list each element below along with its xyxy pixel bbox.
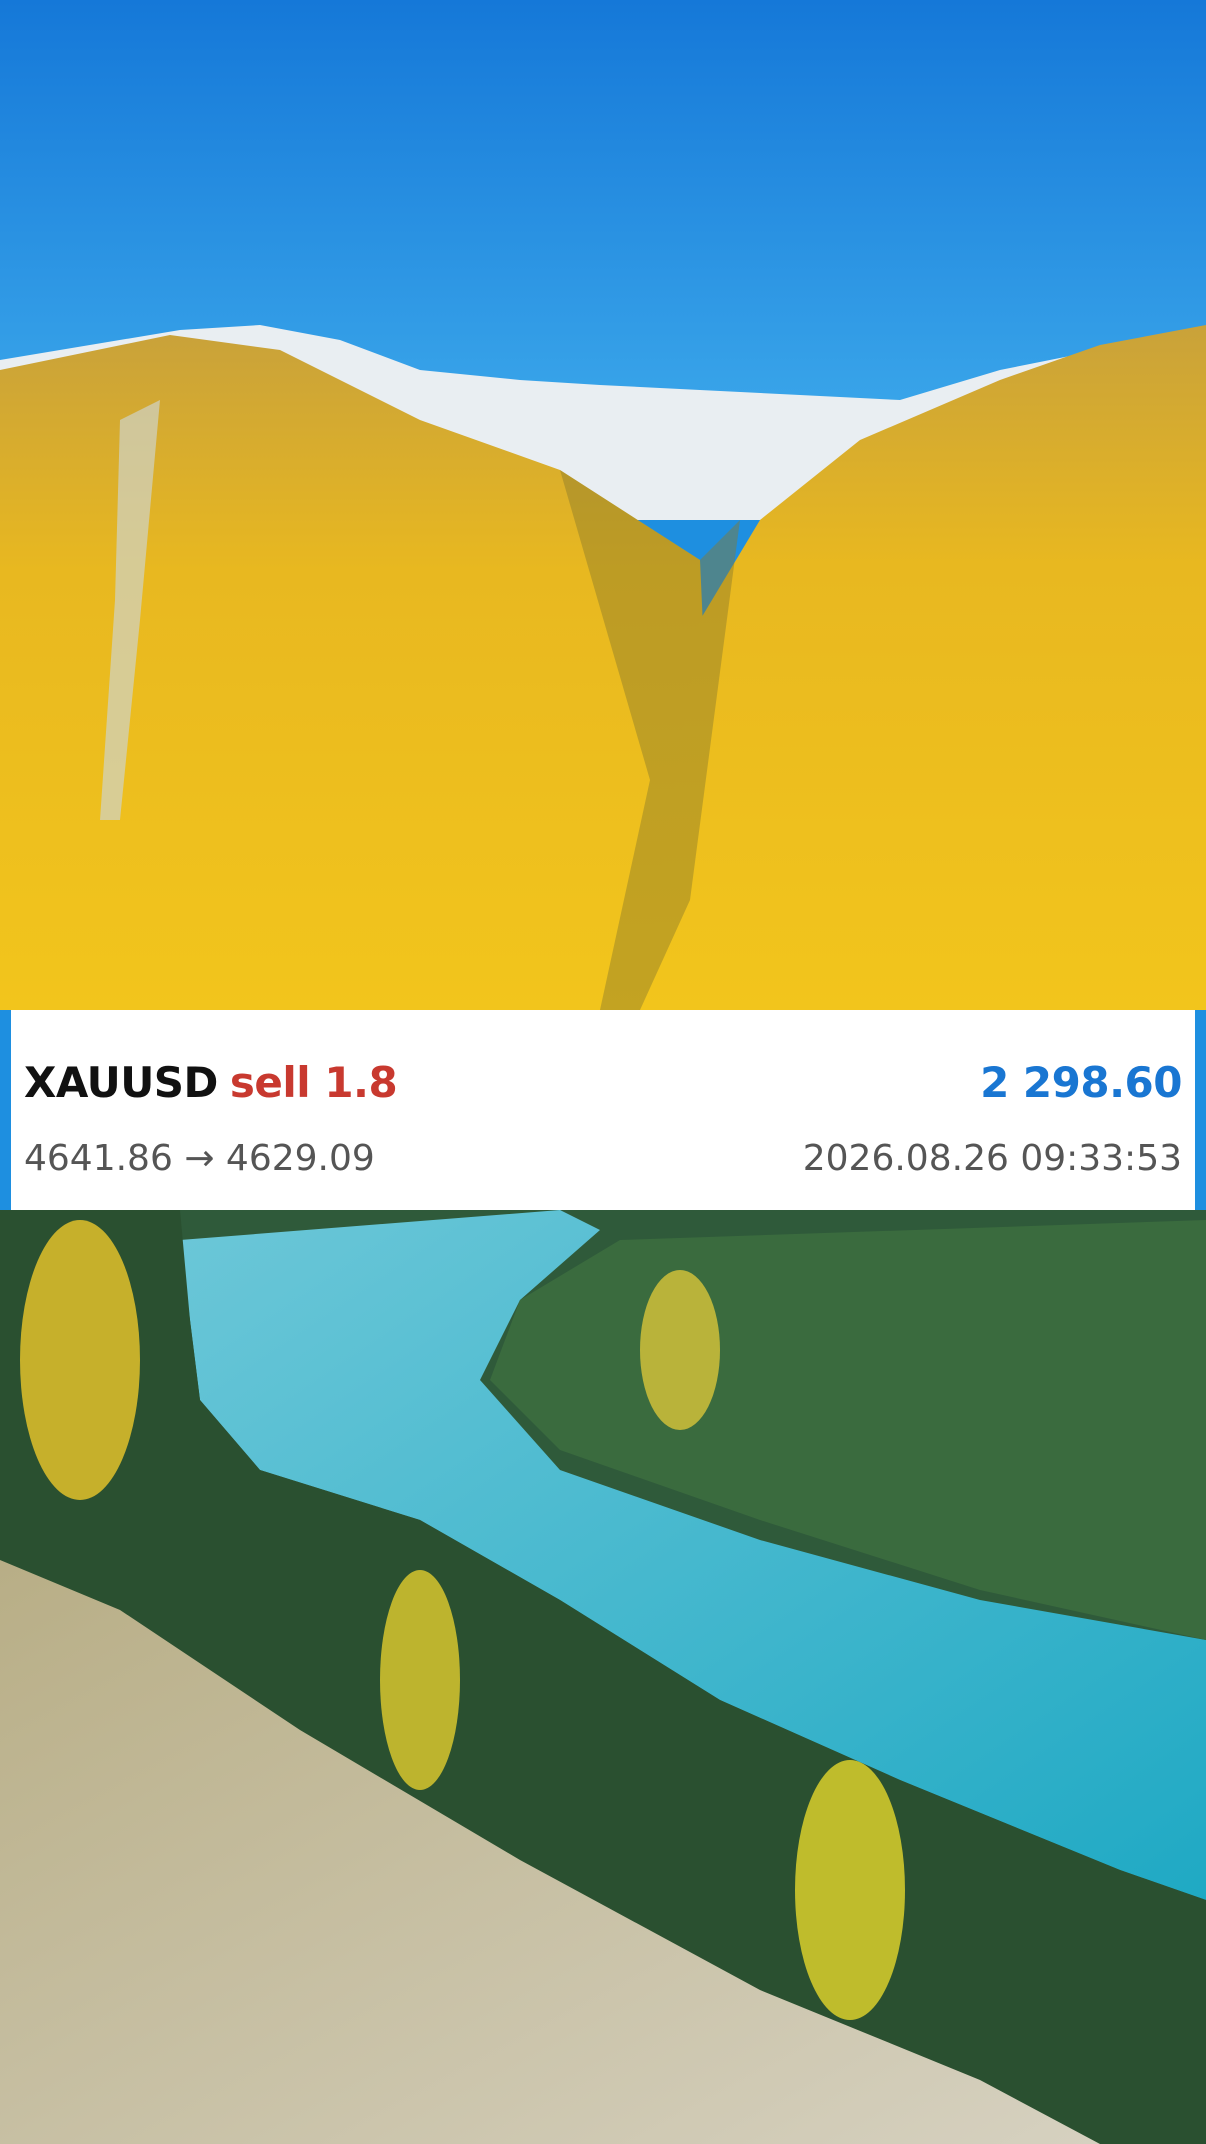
symbol-label: XAUUSD [24,1058,218,1107]
trade-timestamp: 2026.08.26 09:33:53 [802,1138,1182,1179]
price-open-close: 4641.86 → 4629.09 [24,1138,375,1179]
profit-value: 2 298.60 [980,1058,1182,1107]
trade-header-row: XAUUSD sell 1.8 2 298.60 [24,1058,1182,1107]
trade-title: XAUUSD sell 1.8 [24,1058,398,1107]
trade-summary-card[interactable]: XAUUSD sell 1.8 2 298.60 4641.86 → 4629.0… [11,1010,1195,1210]
trade-detail-row: 4641.86 → 4629.09 2026.08.26 09:33:53 [24,1138,1182,1179]
side-volume-label: sell 1.8 [229,1058,398,1107]
